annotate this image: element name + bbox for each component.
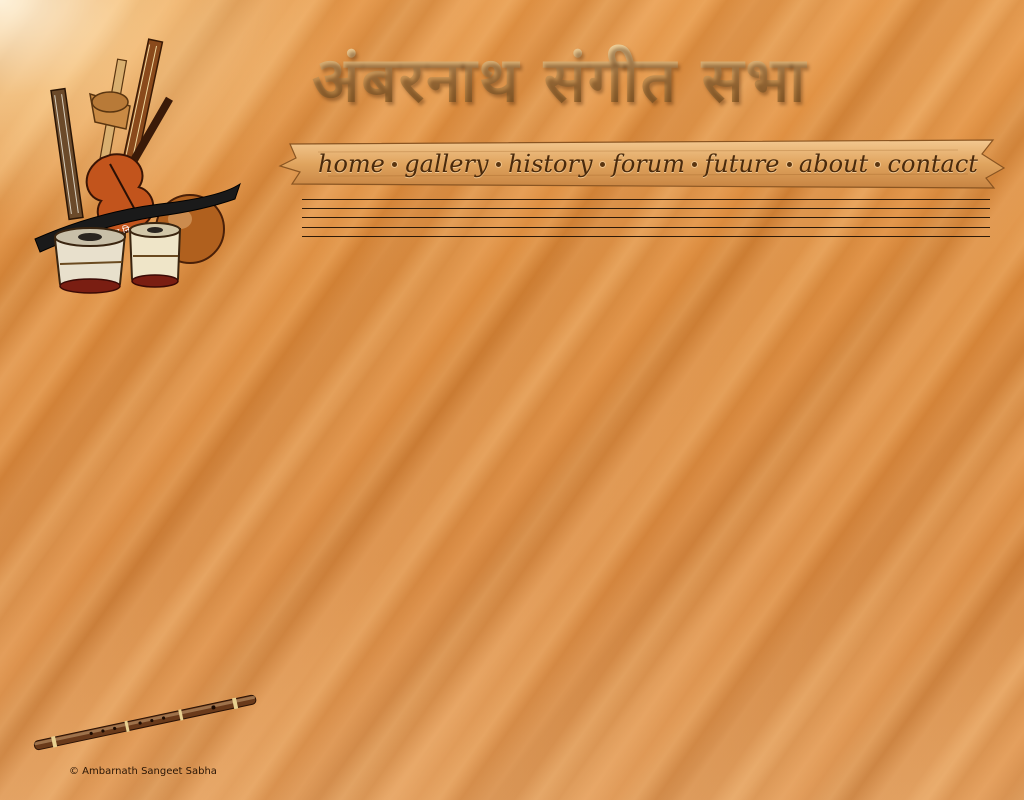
nav-history-link[interactable]: history bbox=[508, 150, 593, 178]
nav-bar: home gallery history forum future about … bbox=[278, 138, 1006, 190]
nav-gallery-link[interactable]: gallery bbox=[404, 150, 488, 178]
music-staff-lines bbox=[302, 199, 990, 239]
staff-line bbox=[302, 208, 990, 209]
nav-home-link[interactable]: home bbox=[318, 150, 385, 178]
nav-separator-dot bbox=[392, 161, 398, 167]
nav-separator-dot bbox=[692, 161, 698, 167]
nav-separator-dot bbox=[875, 161, 881, 167]
nav-separator-dot bbox=[786, 161, 792, 167]
bamboo-flute-icon bbox=[30, 690, 260, 755]
staff-line bbox=[302, 227, 990, 228]
nav-about-link[interactable]: about bbox=[799, 150, 868, 178]
nav-separator-dot bbox=[495, 161, 501, 167]
staff-line bbox=[302, 199, 990, 200]
copyright-footer: © Ambarnath Sangeet Sabha bbox=[69, 766, 217, 777]
staff-line bbox=[302, 236, 990, 237]
nav-future-link[interactable]: future bbox=[704, 150, 779, 178]
nav-separator-dot bbox=[599, 161, 605, 167]
staff-line bbox=[302, 217, 990, 218]
musical-instruments-logo: सा रे ग म प ध नि सा bbox=[30, 34, 245, 299]
nav-contact-link[interactable]: contact bbox=[888, 150, 978, 178]
site-title: अंबरनाथ संगीत सभा bbox=[312, 40, 982, 120]
nav-forum-link[interactable]: forum bbox=[612, 150, 685, 178]
